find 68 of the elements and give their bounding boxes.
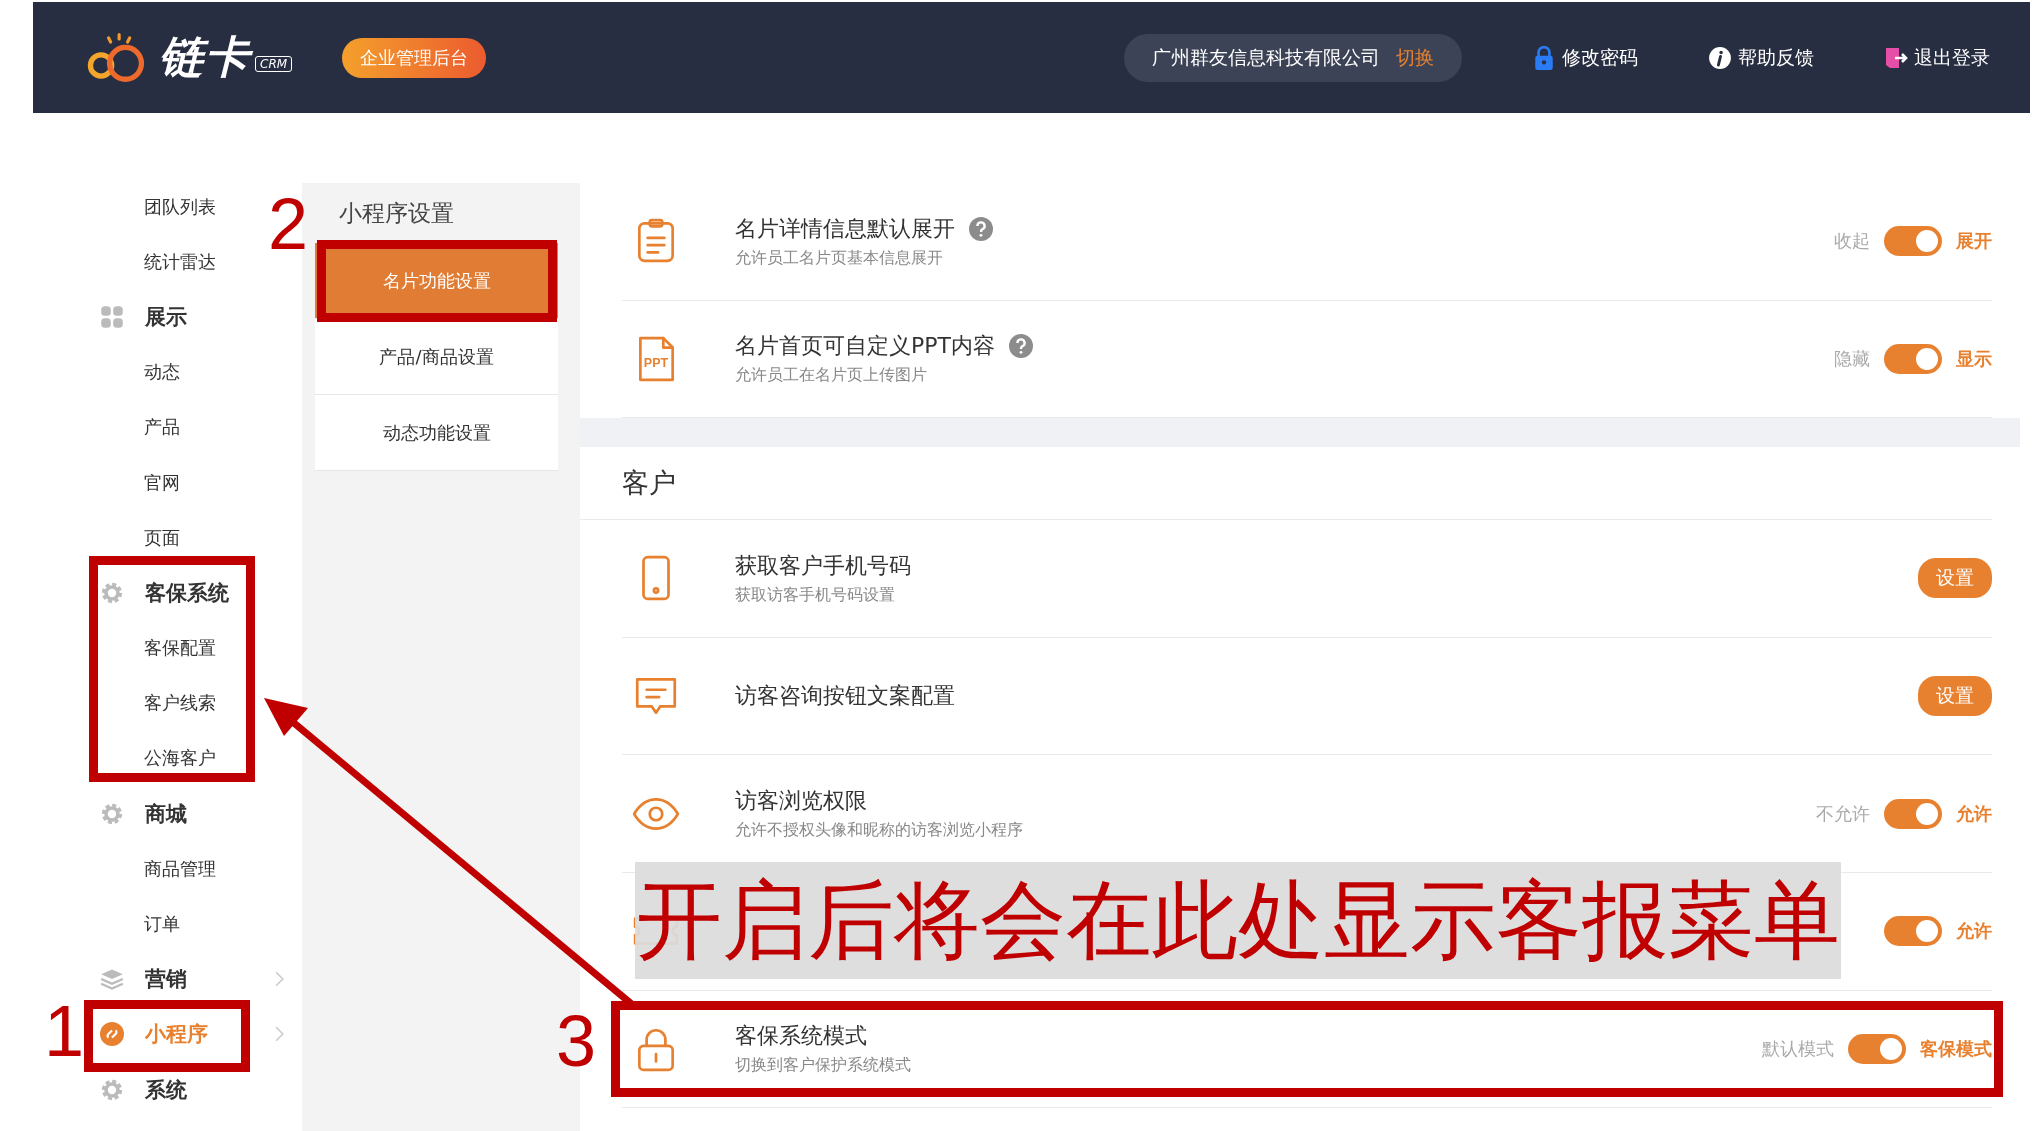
toggle-off-label: 默认模式 xyxy=(1762,1036,1834,1061)
submenu-item[interactable]: 动态功能设置 xyxy=(315,395,558,471)
sidebar-item[interactable]: 客保配置 xyxy=(99,628,216,669)
toggle-off-label: 收起 xyxy=(1834,229,1870,254)
help-icon[interactable] xyxy=(969,216,993,241)
sidebar-item[interactable]: 客户线索 xyxy=(99,683,216,724)
gear-icon xyxy=(100,580,124,605)
step-number: 3 xyxy=(556,1005,597,1077)
toggle-on-label: 允许 xyxy=(1956,801,1992,826)
toggle-on-label: 允许 xyxy=(1956,919,1992,944)
help-icon[interactable] xyxy=(1009,334,1033,359)
grid-icon xyxy=(100,304,124,329)
header-link[interactable]: 修改密码 xyxy=(1532,44,1638,71)
sidebar-group[interactable]: 商城 xyxy=(99,793,187,834)
sidebar-item[interactable]: 产品 xyxy=(99,407,180,448)
setting-description: 允许员工名片页基本信息展开 xyxy=(735,247,944,269)
setting-title: 访客咨询按钮文案配置 xyxy=(735,682,955,711)
toggle-switch[interactable] xyxy=(1884,343,1942,374)
sidebar-item[interactable]: 官网 xyxy=(99,462,180,503)
header-link[interactable]: 帮助反馈 xyxy=(1708,44,1814,71)
setting-title: 访客浏览权限 xyxy=(735,787,867,816)
sidebar-item[interactable]: 公海客户 xyxy=(99,738,216,779)
setting-description: 允许不授权头像和昵称的访客浏览小程序 xyxy=(735,820,1024,842)
toggle-on-label: 展开 xyxy=(1956,229,1992,254)
sidebar-group[interactable]: 展示 xyxy=(99,296,187,337)
submenu-title: 小程序设置 xyxy=(339,200,454,226)
exit-icon xyxy=(1884,45,1908,70)
setting-title: 客保系统模式 xyxy=(735,1022,867,1051)
toggle-switch[interactable] xyxy=(1848,1033,1906,1064)
toggle-switch[interactable] xyxy=(1884,226,1942,257)
setting-title: 名片首页可自定义PPT内容 xyxy=(735,332,995,361)
toggle-switch[interactable] xyxy=(1884,916,1942,947)
switch-link[interactable]: 切换 xyxy=(1396,44,1434,71)
annotation-caption: 开启后将会在此处显示客报菜单 xyxy=(635,862,1841,979)
section-title: 客户 xyxy=(580,447,1992,521)
layers-icon xyxy=(100,967,124,992)
submenu-item[interactable]: 产品/商品设置 xyxy=(315,319,558,395)
gear-icon xyxy=(100,801,124,826)
setting-description: 获取访客手机号码设置 xyxy=(735,585,896,606)
sidebar-item[interactable]: 团队列表 xyxy=(99,186,216,227)
toggle-on-label: 客保模式 xyxy=(1920,1036,1992,1061)
setting-description: 允许员工在名片页上传图片 xyxy=(735,365,928,387)
toggle-off-label: 不允许 xyxy=(1816,801,1870,826)
sidebar-item[interactable]: 商品管理 xyxy=(99,848,216,889)
sidebar-group[interactable]: 客保系统 xyxy=(99,572,229,613)
sidebar-group[interactable]: 营销 xyxy=(99,959,187,1000)
setting-description: 切换到客户保护系统模式 xyxy=(735,1055,912,1077)
gear-icon xyxy=(100,1077,124,1102)
sidebar-item[interactable]: 订单 xyxy=(99,904,180,945)
sidebar-item[interactable]: 统计雷达 xyxy=(99,241,216,282)
sidebar-item[interactable]: 页面 xyxy=(99,517,180,558)
header-link[interactable]: 退出登录 xyxy=(1884,44,1990,71)
setting-title: 名片详情信息默认展开 xyxy=(735,214,955,243)
lock-icon xyxy=(1532,45,1556,70)
logo-badge: CRM xyxy=(255,56,293,72)
sidebar-item[interactable]: 动态 xyxy=(99,352,180,393)
setting-title: 获取客户手机号码 xyxy=(735,552,911,580)
logo-text: 链卡 xyxy=(159,30,251,84)
step-number: 1 xyxy=(44,995,85,1067)
portal-badge: 企业管理后台 xyxy=(342,37,487,78)
info-icon xyxy=(1708,45,1732,70)
step-number: 2 xyxy=(268,188,309,260)
toggle-off-label: 隐藏 xyxy=(1834,346,1870,371)
link-icon xyxy=(100,1022,124,1047)
sidebar-group[interactable]: 系统 xyxy=(99,1069,187,1110)
toggle-switch[interactable] xyxy=(1884,798,1942,829)
toggle-on-label: 显示 xyxy=(1956,346,1992,371)
company-name: 广州群友信息科技有限公司 xyxy=(1152,44,1380,70)
